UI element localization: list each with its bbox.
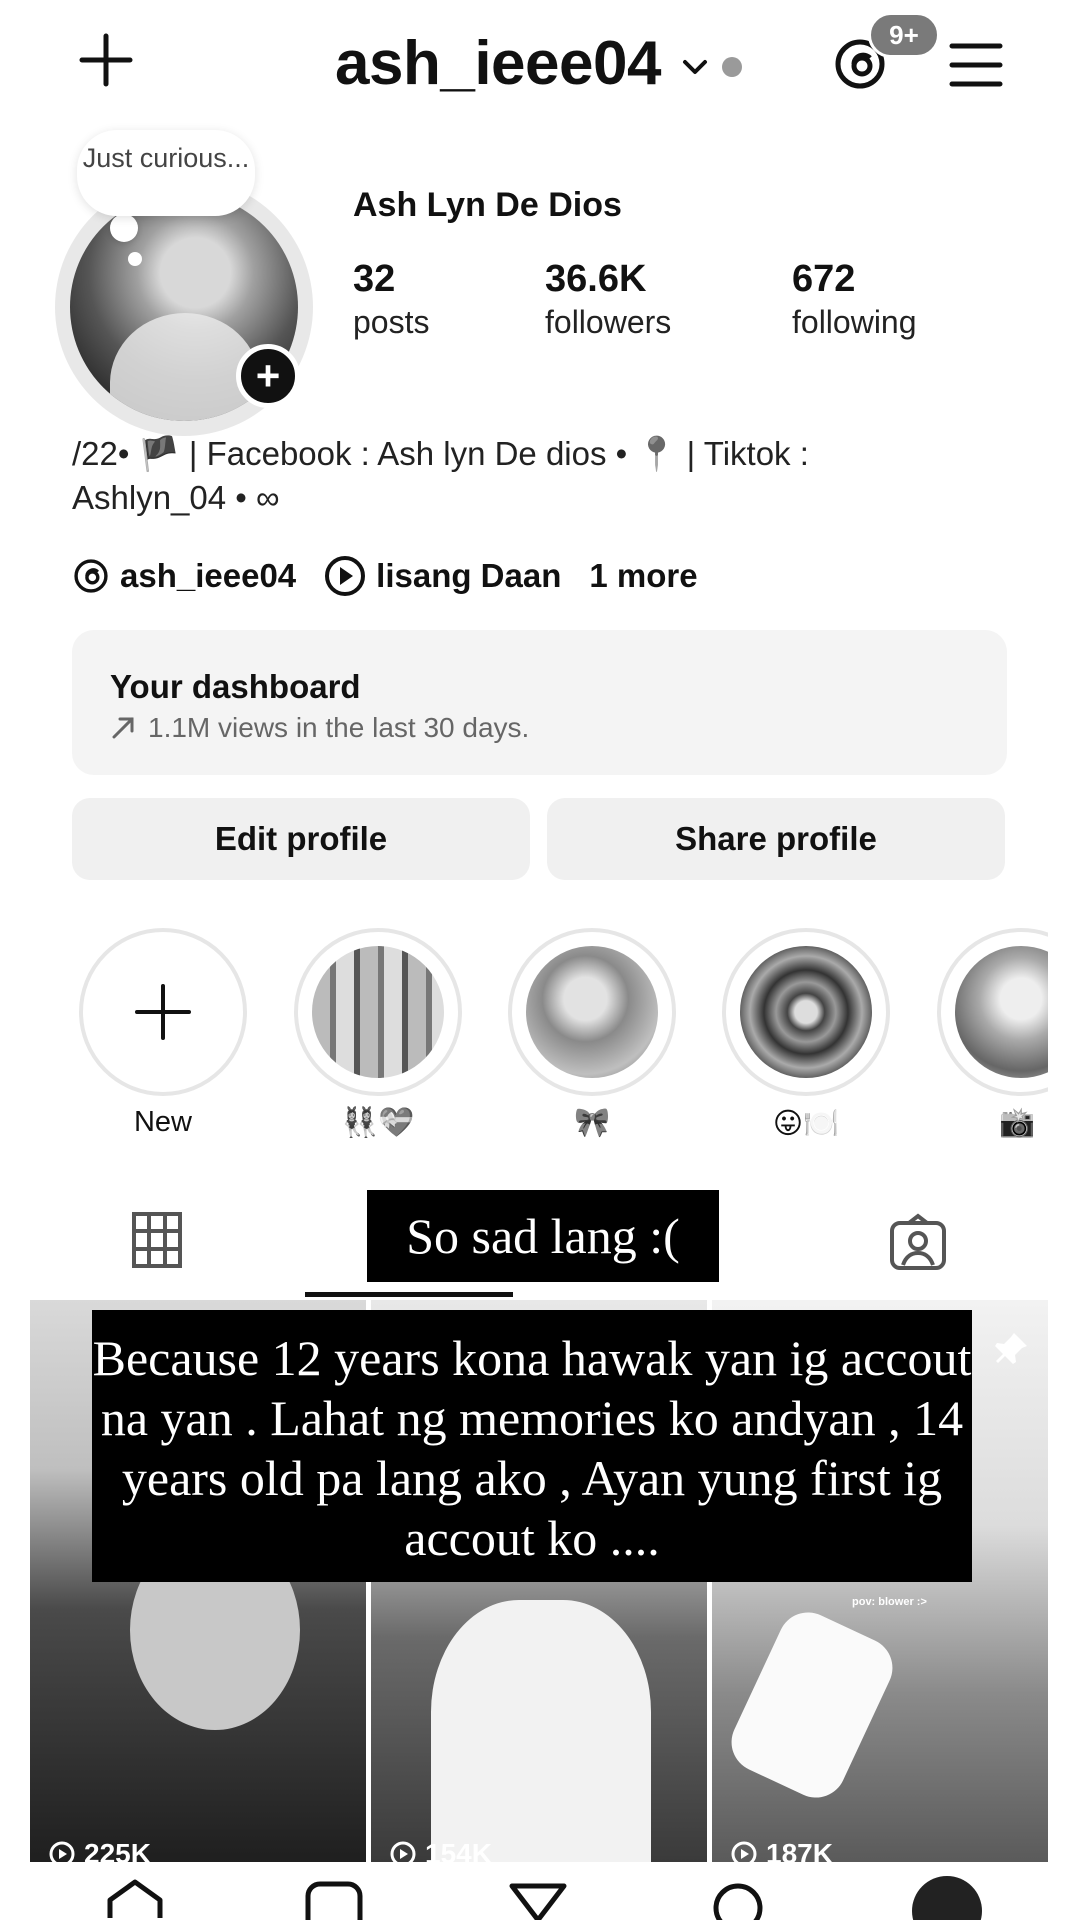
play-count-icon (730, 1840, 758, 1862)
highlight-label: 📸 (999, 1107, 1036, 1139)
posts-label[interactable]: posts (353, 304, 429, 341)
full-name: Ash Lyn De Dios (353, 186, 622, 224)
profile-username[interactable]: ash_ieee04 (335, 28, 661, 99)
create-plus-icon[interactable] (78, 32, 134, 88)
highlight-cover (740, 946, 872, 1078)
following-count[interactable]: 672 (792, 258, 855, 301)
highlight-item[interactable] (722, 928, 890, 1096)
search-icon[interactable] (710, 1880, 770, 1920)
active-tab-indicator (305, 1292, 513, 1297)
menu-icon[interactable] (948, 40, 1004, 90)
highlight-item[interactable] (294, 928, 462, 1096)
send-icon[interactable] (508, 1880, 568, 1920)
post-image-detail (721, 1602, 903, 1808)
threads-icon (72, 557, 110, 595)
post-views-count: 225K (84, 1838, 151, 1862)
note-bubble-tail (110, 214, 138, 242)
music-link[interactable]: lisang Daan (376, 557, 561, 595)
highlight-item[interactable] (937, 928, 1048, 1096)
highlight-cover (955, 946, 1048, 1078)
post-views-count: 154K (425, 1838, 492, 1862)
dashboard-subtitle: 1.1M views in the last 30 days. (110, 712, 529, 744)
chevron-down-icon[interactable] (680, 52, 710, 82)
bio-line-1: /22• 🏴 | Facebook : Ash lyn De dios • 📍 … (72, 435, 809, 472)
home-icon[interactable] (104, 1878, 166, 1920)
followers-label[interactable]: followers (545, 304, 671, 341)
story-caption-top: So sad lang :( (367, 1190, 719, 1282)
profile-note[interactable]: Just curious... (77, 130, 255, 216)
dashboard-card[interactable]: Your dashboard 1.1M views in the last 30… (72, 630, 1007, 775)
edit-profile-button[interactable]: Edit profile (72, 798, 530, 880)
reels-icon[interactable] (304, 1880, 364, 1920)
trend-arrow-icon (110, 715, 136, 741)
post-overlay-text: pov: blower :> (852, 1596, 927, 1608)
play-count-icon (48, 1840, 76, 1862)
bottom-nav (0, 1866, 1080, 1920)
followers-count[interactable]: 36.6K (545, 258, 646, 301)
highlight-cover (526, 946, 658, 1078)
grid-icon[interactable] (131, 1212, 183, 1268)
threads-notification-badge: 9+ (868, 12, 940, 58)
post-views-count: 187K (766, 1838, 833, 1862)
status-dot (722, 57, 742, 77)
bio: /22• 🏴 | Facebook : Ash lyn De dios • 📍 … (72, 432, 872, 520)
dashboard-title: Your dashboard (110, 668, 361, 705)
posts-count[interactable]: 32 (353, 258, 395, 301)
dashboard-views-text: 1.1M views in the last 30 days. (148, 712, 530, 743)
post-views: 225K (48, 1838, 151, 1862)
profile-links: ash_ieee04 lisang Daan 1 more (72, 555, 698, 597)
bio-line-2: Ashlyn_04 • ∞ (72, 479, 280, 516)
following-label[interactable]: following (792, 304, 917, 341)
story-caption-main: Because 12 years kona hawak yan ig accou… (92, 1310, 972, 1582)
more-links[interactable]: 1 more (589, 557, 697, 595)
profile-avatar-nav[interactable] (912, 1876, 982, 1920)
highlight-new[interactable] (79, 928, 247, 1096)
threads-link[interactable]: ash_ieee04 (120, 557, 296, 595)
post-views: 187K (730, 1838, 833, 1862)
share-profile-button[interactable]: Share profile (547, 798, 1005, 880)
music-play-icon (324, 555, 366, 597)
pin-icon (992, 1330, 1030, 1373)
highlight-cover (312, 946, 444, 1078)
add-story-plus-icon[interactable]: + (236, 344, 300, 408)
highlight-label: 👯‍♀️💝 (341, 1107, 415, 1139)
tagged-icon[interactable] (888, 1212, 948, 1272)
highlight-item[interactable] (508, 928, 676, 1096)
post-views: 154K (389, 1838, 492, 1862)
highlight-label: 🎀 (573, 1107, 611, 1139)
note-bubble-tail-small (128, 252, 142, 266)
highlight-label: 😛🍽️ (772, 1108, 840, 1140)
highlight-label: New (133, 1106, 192, 1138)
post-image-detail (431, 1600, 651, 1862)
play-count-icon (389, 1840, 417, 1862)
